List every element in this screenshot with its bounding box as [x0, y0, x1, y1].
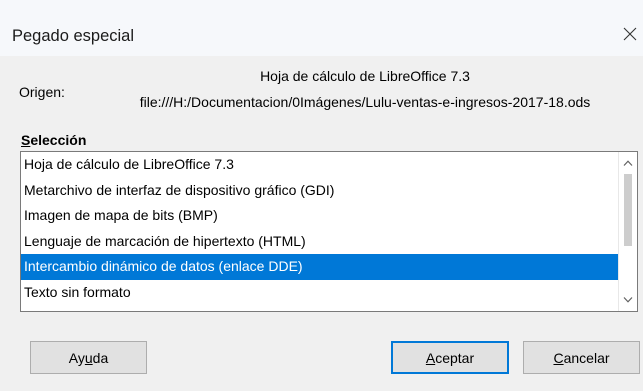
help-button[interactable]: Ay u da — [30, 341, 147, 374]
scroll-thumb[interactable] — [624, 174, 632, 246]
list-item[interactable]: Intercambio dinámico de datos (enlace DD… — [21, 254, 618, 280]
cancel-button[interactable]: Cancelar — [523, 341, 640, 374]
list-item[interactable]: Metarchivo de interfaz de dispositivo gr… — [21, 178, 618, 204]
source-app: Hoja de cálculo de LibreOffice 7.3 — [260, 68, 470, 84]
selection-list-items: Hoja de cálculo de LibreOffice 7.3 Metarc… — [21, 152, 618, 311]
scroll-down-button[interactable] — [619, 291, 637, 309]
accept-button[interactable]: Aceptar — [391, 341, 509, 374]
title-bar: Pegado especial — [0, 0, 643, 56]
source-path: file:///H:/Documentacion/0Imágenes/Lulu-… — [139, 94, 591, 110]
close-button[interactable] — [617, 16, 643, 52]
list-item[interactable]: Imagen de mapa de bits (BMP) — [21, 203, 618, 229]
close-icon — [623, 27, 637, 41]
chevron-up-icon — [623, 160, 633, 166]
selection-listbox[interactable]: Hoja de cálculo de LibreOffice 7.3 Metarc… — [20, 151, 638, 312]
dialog-title: Pegado especial — [12, 27, 135, 45]
vertical-scrollbar[interactable] — [618, 152, 637, 311]
selection-label: Selección — [21, 132, 87, 148]
list-item[interactable]: Lenguaje de marcación de hipertexto (HTM… — [21, 229, 618, 255]
list-item[interactable]: Texto sin formato — [21, 280, 618, 306]
scroll-up-button[interactable] — [619, 154, 637, 172]
chevron-down-icon — [623, 297, 633, 303]
list-item[interactable]: Hoja de cálculo de LibreOffice 7.3 — [21, 152, 618, 178]
origin-label: Origen: — [19, 84, 65, 100]
